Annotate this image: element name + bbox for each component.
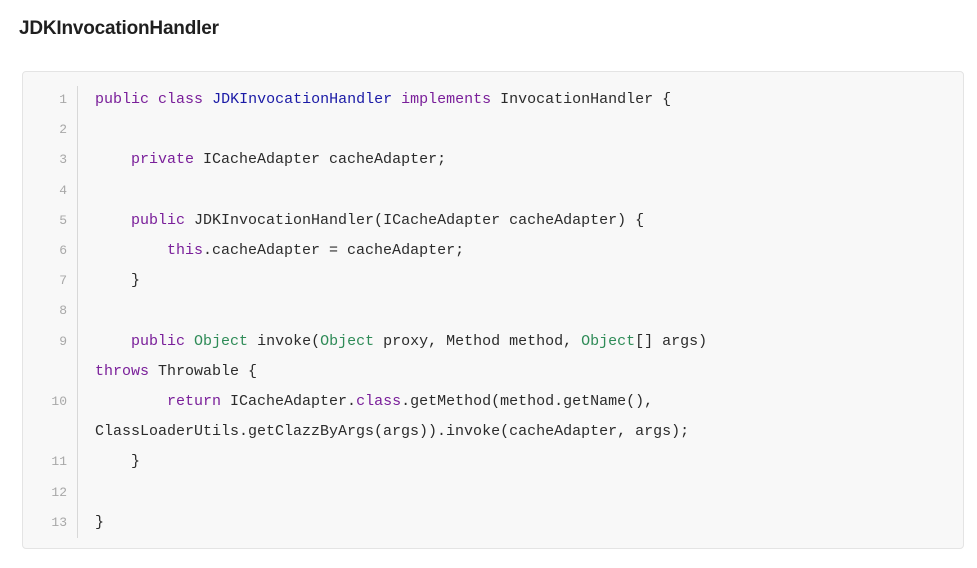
code-token: JDKInvocationHandler [212, 91, 393, 108]
code-line: 1 public class JDKInvocationHandler imple… [23, 85, 965, 115]
line-number: 5 [59, 212, 67, 228]
code-line: 7 } [23, 266, 965, 296]
code-block[interactable]: 1 public class JDKInvocationHandler imple… [22, 71, 964, 549]
code-line: throws Throwable { [23, 357, 965, 387]
code-text: public class JDKInvocationHandler implem… [95, 85, 671, 115]
code-text: ClassLoaderUtils.getClazzByArgs(args)).i… [95, 417, 689, 447]
code-token: [] args) [635, 332, 708, 350]
code-token: throws [95, 362, 150, 380]
code-text: } [95, 508, 104, 538]
line-number: 2 [59, 122, 67, 138]
code-token: proxy, Method method, [374, 332, 582, 350]
code-line: 6 this.cacheAdapter = cacheAdapter; [23, 236, 965, 266]
code-token: InvocationHandler { [491, 91, 672, 108]
code-line: 10 return ICacheAdapter.class.getMethod(… [23, 387, 965, 417]
page-title: JDKInvocationHandler [19, 18, 219, 39]
code-token: } [95, 272, 141, 290]
code-line: 3 private ICacheAdapter cacheAdapter; [23, 145, 965, 175]
code-line: 9 public Object invoke(Object proxy, Met… [23, 327, 965, 357]
code-token: invoke( [248, 332, 321, 350]
line-number: 13 [51, 514, 67, 530]
code-token: Object [194, 332, 249, 350]
code-token: ICacheAdapter cacheAdapter; [194, 151, 447, 169]
line-number: 9 [59, 333, 67, 349]
code-token: Object [320, 332, 375, 350]
line-number: 1 [59, 92, 67, 107]
line-number: 3 [59, 152, 67, 168]
code-token: return [167, 393, 222, 410]
line-number: 11 [51, 454, 67, 470]
line-number: 4 [59, 182, 67, 198]
code-text: } [95, 447, 140, 477]
code-token: public [131, 211, 186, 229]
code-text: } [95, 266, 140, 296]
code-line: 12 [23, 478, 965, 508]
line-number: 12 [51, 484, 67, 500]
line-number: 8 [59, 303, 67, 319]
code-token: ICacheAdapter. [221, 393, 357, 410]
code-text: throws Throwable { [95, 357, 257, 387]
code-token: class [158, 91, 204, 108]
line-number: 6 [59, 243, 67, 258]
line-number: 10 [51, 394, 67, 409]
code-token: implements [401, 91, 492, 108]
code-token: private [131, 151, 195, 169]
code-text: this.cacheAdapter = cacheAdapter; [95, 236, 464, 266]
code-token: Throwable { [149, 362, 258, 380]
code-line: ClassLoaderUtils.getClazzByArgs(args)).i… [23, 417, 965, 447]
code-text: private ICacheAdapter cacheAdapter; [95, 145, 446, 175]
code-text: public JDKInvocationHandler(ICacheAdapte… [95, 206, 644, 236]
code-token: } [95, 453, 141, 471]
code-token: this [167, 242, 204, 259]
code-token: .cacheAdapter = cacheAdapter; [203, 242, 465, 259]
code-token: ClassLoaderUtils.getClazzByArgs(args)).i… [95, 423, 690, 441]
line-number: 7 [59, 273, 67, 289]
code-line: 11 } [23, 447, 965, 477]
code-line: 5 public JDKInvocationHandler(ICacheAdap… [23, 206, 965, 236]
code-token: .getMethod(method.getName(), [401, 393, 654, 410]
code-line: 4 [23, 176, 965, 206]
code-line: 13} [23, 508, 965, 538]
code-line: 2 [23, 115, 965, 145]
code-text: return ICacheAdapter.class.getMethod(met… [95, 387, 653, 417]
code-token: class [356, 393, 402, 410]
code-token: JDKInvocationHandler(ICacheAdapter cache… [185, 211, 645, 229]
code-token: } [95, 513, 105, 531]
code-line: 8 [23, 296, 965, 326]
code-token: public [131, 332, 186, 350]
code-text: public Object invoke(Object proxy, Metho… [95, 327, 707, 357]
code-token: public [95, 91, 150, 108]
code-token: Object [581, 332, 636, 350]
